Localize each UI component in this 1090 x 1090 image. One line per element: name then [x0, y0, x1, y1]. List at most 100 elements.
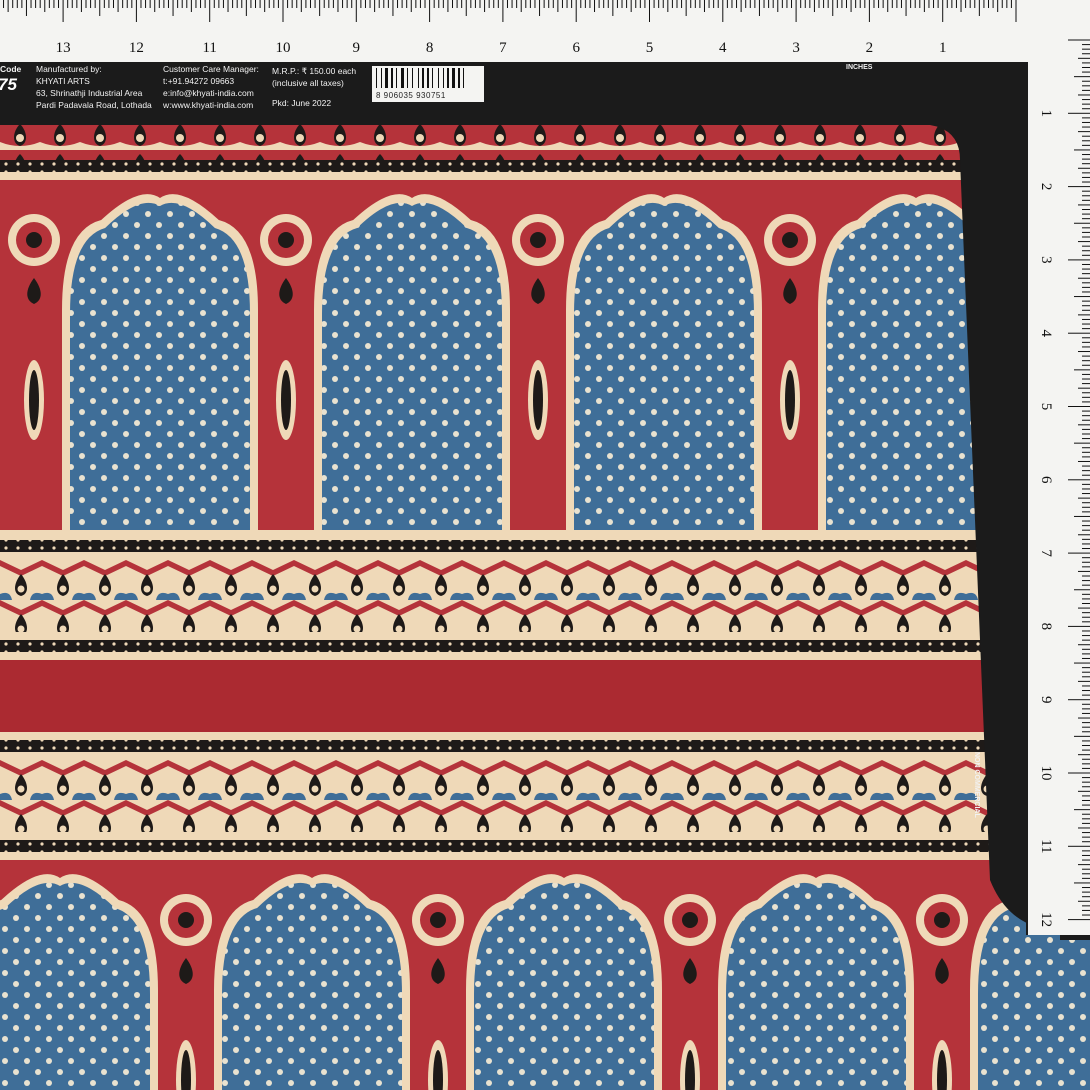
top-tick: [594, 0, 596, 12]
ruler-side-scale: [1028, 0, 1090, 935]
side-tick: [1082, 99, 1090, 101]
top-tick: [323, 0, 325, 8]
top-tick: [241, 0, 243, 8]
top-tick: [557, 0, 559, 12]
side-scale-number: 1: [1038, 110, 1054, 118]
mrp: M.R.P.: ₹ 150.00 each: [272, 66, 357, 76]
top-tick: [502, 0, 504, 22]
top-tick: [900, 0, 902, 8]
side-tick: [1082, 337, 1090, 339]
top-tick: [878, 0, 880, 8]
side-tick: [1082, 341, 1090, 343]
top-tick: [222, 0, 224, 8]
top-tick: [447, 0, 449, 12]
top-tick: [566, 0, 568, 8]
side-tick: [1082, 465, 1090, 467]
top-tick: [768, 0, 770, 8]
top-tick: [786, 0, 788, 8]
side-tick: [1082, 172, 1090, 174]
top-tick: [809, 0, 811, 8]
top-tick: [259, 0, 261, 8]
top-tick: [635, 0, 637, 8]
top-tick: [703, 0, 705, 12]
side-tick: [1074, 76, 1090, 78]
manufacturer-name: KHYATI ARTS: [36, 76, 90, 86]
top-tick: [548, 0, 550, 8]
side-tick: [1082, 154, 1090, 156]
top-tick: [397, 0, 399, 8]
side-tick: [1082, 89, 1090, 91]
barcode-bar: [376, 68, 377, 88]
top-tick: [479, 0, 481, 8]
top-tick: [305, 0, 307, 8]
top-tick: [662, 0, 664, 8]
top-tick: [195, 0, 197, 8]
side-tick: [1082, 538, 1090, 540]
side-tick: [1082, 763, 1090, 765]
top-tick: [39, 0, 41, 8]
top-scale-number: 13: [56, 40, 71, 56]
top-tick: [639, 0, 641, 8]
top-tick: [992, 0, 994, 8]
top-tick: [630, 0, 632, 12]
side-tick: [1082, 378, 1090, 380]
top-tick: [868, 0, 870, 22]
top-tick: [690, 0, 692, 8]
top-tick: [346, 0, 348, 8]
top-tick: [603, 0, 605, 8]
side-tick: [1082, 648, 1090, 650]
top-tick: [887, 0, 889, 12]
top-tick: [296, 0, 298, 8]
side-tick: [1068, 552, 1090, 554]
top-tick: [287, 0, 289, 8]
side-tick: [1082, 822, 1090, 824]
top-tick: [612, 0, 614, 16]
top-tick: [589, 0, 591, 8]
side-tick: [1082, 396, 1090, 398]
top-tick: [571, 0, 573, 8]
top-tick: [818, 0, 820, 8]
side-tick: [1078, 94, 1090, 96]
top-tick: [511, 0, 513, 8]
barcode-bar: [396, 68, 397, 88]
top-tick: [149, 0, 151, 8]
side-tick: [1082, 887, 1090, 889]
top-tick: [7, 0, 9, 12]
side-tick: [1082, 383, 1090, 385]
top-tick: [859, 0, 861, 8]
side-tick: [1082, 227, 1090, 229]
top-tick: [493, 0, 495, 8]
top-tick: [291, 0, 293, 8]
barcode-bar: [452, 68, 455, 88]
top-tick: [126, 0, 128, 8]
side-tick: [1074, 735, 1090, 737]
side-tick: [1078, 827, 1090, 829]
side-tick: [1082, 300, 1090, 302]
side-scale-number: 8: [1038, 623, 1054, 631]
top-tick: [919, 0, 921, 8]
top-tick: [245, 0, 247, 16]
top-tick: [264, 0, 266, 12]
side-tick: [1078, 534, 1090, 536]
barcode-bar: [458, 68, 460, 88]
side-tick: [1082, 433, 1090, 435]
top-tick: [415, 0, 417, 8]
top-tick: [754, 0, 756, 8]
side-tick: [1082, 621, 1090, 623]
top-tick: [598, 0, 600, 8]
side-tick: [1078, 570, 1090, 572]
side-tick: [1082, 905, 1090, 907]
side-tick: [1082, 103, 1090, 105]
barcode-bar: [427, 68, 429, 88]
side-tick: [1082, 323, 1090, 325]
side-tick: [1082, 602, 1090, 604]
top-tick: [552, 0, 554, 8]
side-scale-number: 9: [1038, 696, 1054, 704]
top-tick: [35, 0, 37, 8]
top-tick: [626, 0, 628, 8]
top-tick: [433, 0, 435, 8]
top-tick: [108, 0, 110, 8]
side-tick: [1082, 731, 1090, 733]
top-tick: [616, 0, 618, 8]
side-tick: [1082, 657, 1090, 659]
